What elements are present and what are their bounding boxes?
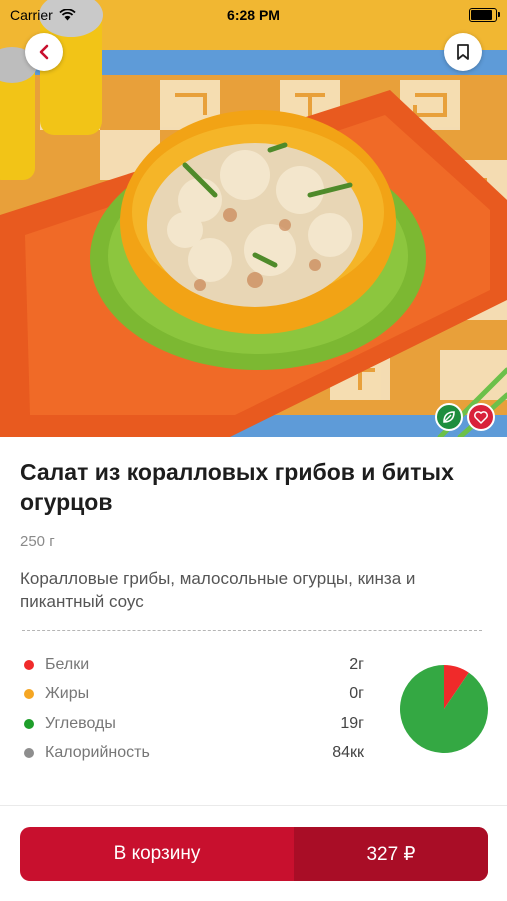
chevron-left-icon [39, 44, 49, 60]
nutrition-row-carbs: Углеводы 19г [24, 714, 364, 734]
status-left: Carrier [10, 7, 76, 23]
calories-dot [24, 748, 34, 758]
status-time: 6:28 PM [227, 7, 280, 23]
bookmark-icon [457, 44, 469, 60]
nutrition-value: 2г [349, 656, 364, 673]
leaf-icon [443, 411, 455, 423]
add-to-cart-label: В корзину [113, 843, 201, 864]
product-tags [435, 403, 495, 431]
nutrition-row-fat: Жиры 0г [24, 684, 364, 704]
protein-dot [24, 660, 34, 670]
nutrition-label: Углеводы [45, 715, 116, 732]
nutrition-value: 0г [349, 685, 364, 702]
product-photo [0, 0, 507, 437]
carrier-label: Carrier [10, 7, 53, 23]
bottom-bar: В корзину 327 ₽ [0, 805, 507, 901]
nutrition-pie-chart [400, 665, 488, 753]
price-label: 327 ₽ [294, 827, 488, 881]
wifi-icon [59, 9, 76, 21]
nutrition-label: Жиры [45, 685, 90, 702]
product-weight: 250 г [20, 533, 55, 550]
carbs-dot [24, 719, 34, 729]
nutrition-label: Белки [45, 656, 90, 673]
food-illustration [0, 0, 507, 437]
pie-slice-2 [400, 665, 488, 753]
nutrition-label: Калорийность [45, 744, 150, 761]
battery-icon [469, 8, 500, 22]
favorite-badge [467, 403, 495, 431]
nutrition-row-calories: Калорийность 84кк [24, 743, 364, 763]
nutrition-value: 84кк [332, 744, 364, 761]
dashed-divider [22, 630, 482, 631]
nutrition-value: 19г [340, 715, 364, 732]
nutrition-row-protein: Белки 2г [24, 655, 364, 675]
status-bar: Carrier 6:28 PM [0, 0, 507, 30]
bookmark-button[interactable] [444, 33, 482, 71]
product-title: Салат из коралловых грибов и битых огурц… [20, 459, 454, 515]
heart-icon [474, 411, 488, 424]
fat-dot [24, 689, 34, 699]
vegan-badge [435, 403, 463, 431]
back-button[interactable] [25, 33, 63, 71]
product-description: Коралловые грибы, малосольные огурцы, ки… [20, 569, 416, 611]
add-to-cart-button[interactable]: В корзину 327 ₽ [20, 827, 488, 881]
